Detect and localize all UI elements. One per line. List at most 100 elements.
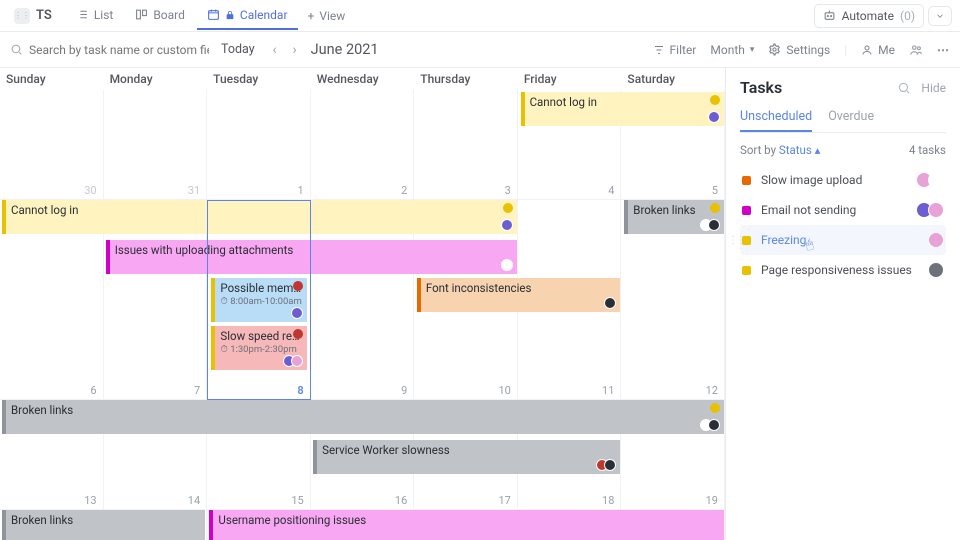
event-title: Font inconsistencies [426, 281, 615, 295]
assignee-avatars [704, 219, 720, 231]
month-label: June 2021 [311, 41, 379, 58]
search-icon [10, 43, 23, 56]
event-title: Broken links [11, 403, 719, 417]
task-row[interactable]: ⋮⋮Freezing🖱 [740, 225, 946, 255]
filter-icon [653, 44, 665, 56]
task-row[interactable]: Page responsiveness issues [740, 255, 946, 285]
tab-label: Board [153, 8, 185, 22]
automate-dropdown[interactable] [928, 6, 952, 26]
date-number: 4 [608, 184, 614, 197]
list-icon [76, 8, 89, 21]
today-button[interactable]: Today [221, 42, 255, 57]
task-title: Slow image upload [761, 173, 862, 187]
date-number: 9 [401, 384, 407, 397]
tab-board[interactable]: Board [125, 2, 195, 30]
calendar-cell[interactable]: 31 [104, 90, 208, 200]
day-header: Thursday [414, 68, 518, 90]
period-dropdown[interactable]: Month ▾ [710, 43, 754, 57]
sort-label[interactable]: Sort by Status ▴ [740, 143, 820, 157]
event-title: Issues with uploading attachments [115, 243, 512, 257]
space-initials: TS [36, 8, 52, 23]
calendar-cell[interactable]: 3 [414, 90, 518, 200]
date-number: 13 [84, 494, 96, 507]
prev-month-button[interactable]: ‹ [265, 42, 285, 58]
automate-label: Automate [842, 9, 894, 23]
calendar-event[interactable]: Service Worker slowness [313, 440, 620, 474]
calendar-event[interactable]: Broken links [2, 400, 724, 434]
calendar-cell[interactable]: 30 [0, 90, 104, 200]
assignee-avatars [712, 111, 720, 123]
date-number: 8 [297, 384, 303, 397]
calendar-cell[interactable]: 8 [207, 200, 311, 400]
assignee-avatars [505, 259, 513, 271]
side-tab-overdue[interactable]: Overdue [828, 103, 874, 132]
search-input[interactable] [29, 43, 209, 57]
date-number: 5 [712, 184, 718, 197]
drag-handle-icon[interactable]: ⋮⋮ [728, 235, 744, 246]
priority-badge-icon [710, 95, 720, 105]
automate-count: (0) [900, 9, 915, 23]
sort-asc-icon: ▴ [815, 143, 821, 157]
date-number: 16 [395, 494, 407, 507]
date-number: 18 [602, 494, 614, 507]
space-badge[interactable]: ⋮⋮ TS [8, 6, 58, 26]
calendar-cell[interactable]: 1 [207, 90, 311, 200]
calendar-cell[interactable]: 2 [311, 90, 415, 200]
filter-label: Filter [670, 43, 697, 57]
day-header: Wednesday [311, 68, 415, 90]
assignee-avatars [505, 219, 513, 231]
side-tab-unscheduled[interactable]: Unscheduled [740, 103, 812, 132]
date-number: 17 [498, 494, 510, 507]
next-month-button[interactable]: › [285, 42, 305, 58]
status-square-icon [742, 176, 751, 185]
priority-badge-icon [503, 203, 513, 213]
automate-button[interactable]: Automate (0) [814, 4, 924, 28]
priority-badge-icon [710, 403, 720, 413]
date-number: 3 [505, 184, 511, 197]
task-title: Email not sending [761, 203, 856, 217]
assignee-avatars [608, 297, 616, 309]
day-header: Saturday [621, 68, 725, 90]
assignee-avatars [704, 419, 720, 431]
calendar-event[interactable]: Issues with uploading attachments [106, 240, 517, 274]
assignee-avatars [920, 172, 944, 188]
add-view-label: View [319, 9, 345, 23]
event-title: Cannot log in [530, 95, 719, 109]
calendar-event[interactable]: Broken links [2, 510, 205, 540]
sort-prefix: Sort by [740, 143, 776, 157]
board-icon [135, 8, 148, 21]
calendar-event[interactable]: Username positioning issues [209, 510, 724, 540]
me-label: Me [878, 43, 895, 57]
date-number: 7 [194, 384, 200, 397]
me-button[interactable]: Me [861, 43, 895, 57]
add-view-button[interactable]: + View [298, 3, 356, 29]
calendar-event[interactable]: Broken links [624, 200, 724, 234]
users-icon[interactable] [909, 43, 923, 57]
settings-button[interactable]: Settings [768, 43, 830, 57]
hide-panel-button[interactable]: Hide [921, 81, 946, 95]
date-number: 30 [84, 184, 96, 197]
status-square-icon [742, 266, 751, 275]
task-row[interactable]: Slow image upload [740, 165, 946, 195]
date-number: 10 [498, 384, 510, 397]
period-label: Month [710, 43, 744, 57]
search-icon[interactable] [897, 81, 911, 95]
date-number: 15 [291, 494, 303, 507]
filter-button[interactable]: Filter [653, 43, 697, 57]
calendar-event[interactable]: Cannot log in [521, 92, 724, 126]
tab-list[interactable]: List [66, 2, 124, 30]
side-panel-title: Tasks [740, 78, 782, 97]
more-menu-button[interactable]: ⋯ [937, 43, 950, 57]
assignee-avatars [600, 459, 616, 471]
dots-icon: ⋮⋮ [14, 8, 30, 24]
day-header: Tuesday [207, 68, 311, 90]
tab-calendar[interactable]: Calendar [197, 2, 298, 30]
tab-label: List [94, 8, 114, 22]
sort-field: Status [779, 143, 812, 157]
task-title: Freezing [761, 233, 806, 247]
task-row[interactable]: Email not sending [740, 195, 946, 225]
calendar-event[interactable]: Font inconsistencies [417, 278, 620, 312]
date-number: 2 [401, 184, 407, 197]
event-title: Broken links [11, 513, 200, 527]
date-number: 12 [706, 384, 718, 397]
